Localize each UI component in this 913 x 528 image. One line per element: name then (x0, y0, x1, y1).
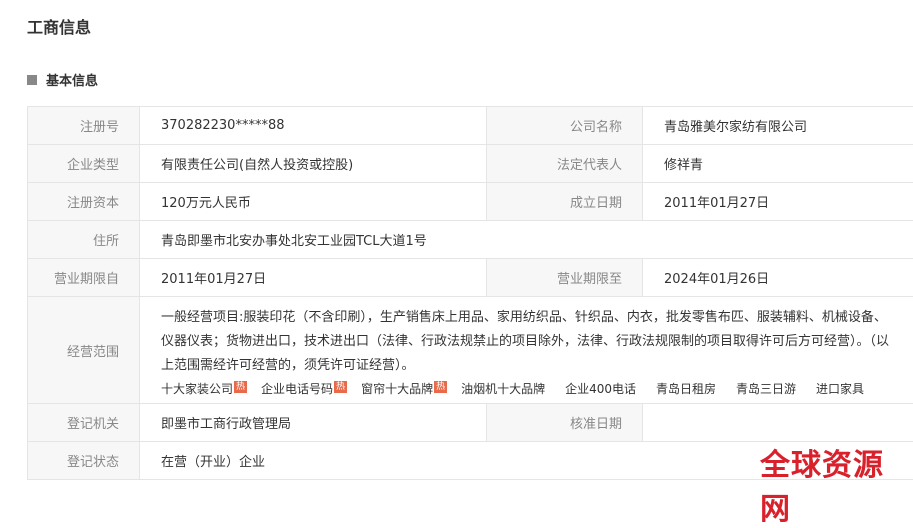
table-row: 注册资本 120万元人民币 成立日期 2011年01月27日 (28, 183, 913, 221)
authority-label: 登记机关 (28, 404, 140, 442)
legal-rep-label: 法定代表人 (487, 145, 643, 183)
address-value: 青岛即墨市北安办事处北安工业园TCL大道1号 (140, 221, 913, 259)
ad-tag-link[interactable]: 青岛三日游 (736, 380, 796, 397)
scope-label: 经营范围 (28, 297, 140, 404)
reg-no-value: 370282230*****88 (140, 107, 487, 145)
ad-tag-link[interactable]: 企业电话号码热 (261, 380, 347, 397)
hot-badge: 热 (334, 381, 347, 393)
table-row: 企业类型 有限责任公司(自然人投资或控股) 法定代表人 修祥青 (28, 145, 913, 183)
table-row: 住所 青岛即墨市北安办事处北安工业园TCL大道1号 (28, 221, 913, 259)
watermark-logo: 全球资源网 (760, 440, 913, 528)
page-title: 工商信息 (27, 14, 91, 38)
term-from-label: 营业期限自 (28, 259, 140, 297)
ad-tag-list: 十大家装公司热 企业电话号码热 窗帘十大品牌热 油烟机十大品牌 企业400电话 … (161, 379, 913, 399)
ad-tag-link[interactable]: 青岛日租房 (656, 380, 716, 397)
hot-badge: 热 (234, 381, 247, 393)
address-label: 住所 (28, 221, 140, 259)
company-name-label: 公司名称 (487, 107, 643, 145)
legal-rep-value: 修祥青 (643, 145, 913, 183)
approval-value (643, 404, 913, 442)
company-type-value: 有限责任公司(自然人投资或控股) (140, 145, 487, 183)
capital-label: 注册资本 (28, 183, 140, 221)
table-row: 登记机关 即墨市工商行政管理局 核准日期 (28, 404, 913, 442)
table-row: 经营范围 一般经营项目:服装印花（不含印刷），生产销售床上用品、家用纺织品、针织… (28, 297, 913, 404)
section-title: 基本信息 (27, 70, 98, 89)
scope-value: 一般经营项目:服装印花（不含印刷），生产销售床上用品、家用纺织品、针织品、内衣，… (161, 302, 913, 378)
company-name-value: 青岛雅美尔家纺有限公司 (643, 107, 913, 145)
term-to-value: 2024年01月26日 (643, 259, 913, 297)
ad-tag-link[interactable]: 油烟机十大品牌 (461, 380, 545, 397)
status-label: 登记状态 (28, 442, 140, 480)
section-marker-icon (27, 75, 37, 85)
scope-cell: 一般经营项目:服装印花（不含印刷），生产销售床上用品、家用纺织品、针织品、内衣，… (140, 297, 913, 404)
capital-value: 120万元人民币 (140, 183, 487, 221)
founded-label: 成立日期 (487, 183, 643, 221)
table-row: 营业期限自 2011年01月27日 营业期限至 2024年01月26日 (28, 259, 913, 297)
company-type-label: 企业类型 (28, 145, 140, 183)
ad-tag-link[interactable]: 十大家装公司热 (161, 380, 247, 397)
hot-badge: 热 (434, 381, 447, 393)
authority-value: 即墨市工商行政管理局 (140, 404, 487, 442)
term-to-label: 营业期限至 (487, 259, 643, 297)
term-from-value: 2011年01月27日 (140, 259, 487, 297)
ad-tag-link[interactable]: 进口家具 (816, 380, 864, 397)
section-title-text: 基本信息 (46, 70, 98, 89)
ad-tag-link[interactable]: 窗帘十大品牌热 (361, 380, 447, 397)
founded-value: 2011年01月27日 (643, 183, 913, 221)
ad-tag-link[interactable]: 企业400电话 (565, 380, 636, 397)
reg-no-label: 注册号 (28, 107, 140, 145)
table-row: 注册号 370282230*****88 公司名称 青岛雅美尔家纺有限公司 (28, 107, 913, 145)
approval-label: 核准日期 (487, 404, 643, 442)
business-info-table: 注册号 370282230*****88 公司名称 青岛雅美尔家纺有限公司 企业… (27, 106, 913, 480)
